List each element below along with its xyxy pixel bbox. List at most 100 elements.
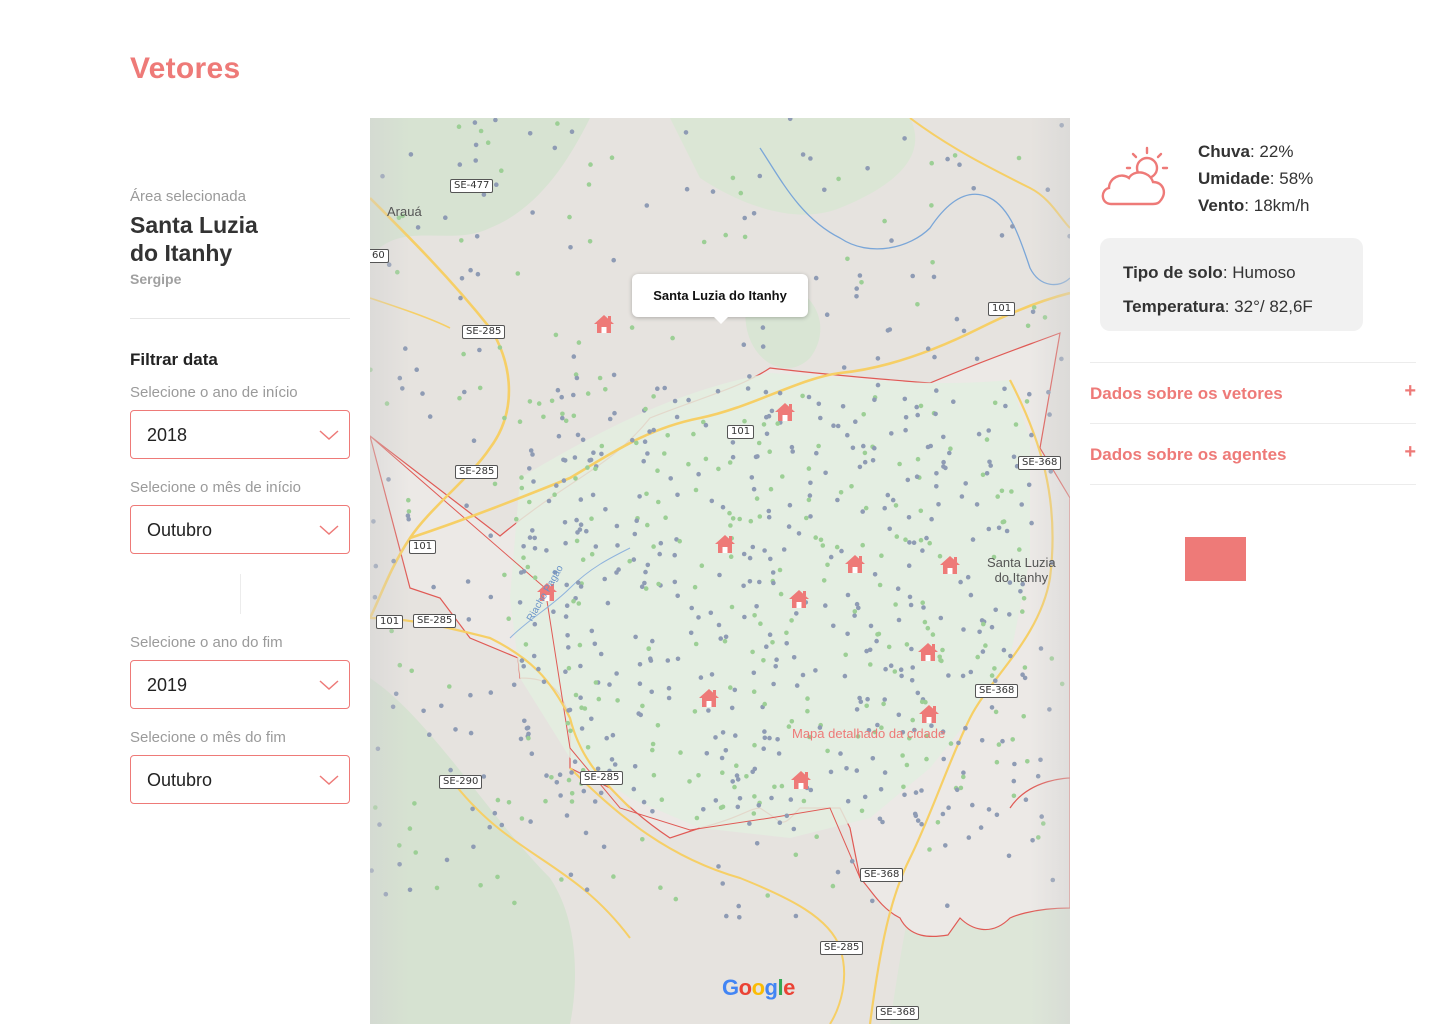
plus-icon[interactable]: + xyxy=(1404,380,1416,403)
vector-point xyxy=(850,445,856,451)
vector-point xyxy=(590,492,596,498)
vector-point xyxy=(893,503,899,508)
vector-point xyxy=(616,567,621,572)
vector-point xyxy=(840,404,846,409)
vector-point xyxy=(578,522,584,527)
vector-point xyxy=(688,630,694,636)
vector-point xyxy=(1011,793,1017,799)
vector-point xyxy=(564,813,570,818)
vector-point xyxy=(414,367,419,372)
vector-point xyxy=(631,557,637,562)
vector-point xyxy=(1010,737,1015,742)
vector-point xyxy=(574,375,580,381)
vector-point xyxy=(544,548,549,553)
vector-point xyxy=(789,719,795,724)
vector-point xyxy=(615,698,620,703)
vector-point xyxy=(1006,853,1012,859)
vector-point xyxy=(941,434,946,440)
vector-point xyxy=(567,214,572,220)
vector-point xyxy=(825,562,830,568)
vector-point xyxy=(789,618,794,623)
vector-point xyxy=(485,140,491,145)
vector-point xyxy=(968,669,974,675)
vector-point xyxy=(784,813,790,819)
vector-point xyxy=(831,623,836,629)
vector-point xyxy=(589,516,594,521)
vector-point xyxy=(730,440,736,445)
vector-point xyxy=(724,913,729,919)
vector-point xyxy=(835,869,841,875)
vector-point xyxy=(747,579,753,584)
vector-point xyxy=(634,440,639,446)
cloud-sun-icon xyxy=(1101,146,1169,206)
vector-point xyxy=(593,544,599,549)
vector-point xyxy=(473,158,478,163)
vector-point xyxy=(558,793,563,798)
vector-point xyxy=(904,762,910,768)
vector-point xyxy=(566,777,572,783)
wind-row: Vento: 18km/h xyxy=(1198,192,1313,219)
plus-icon[interactable]: + xyxy=(1404,441,1416,464)
vector-point xyxy=(730,454,736,460)
vector-point xyxy=(569,791,575,796)
vector-point xyxy=(882,218,887,224)
vector-point xyxy=(752,766,758,772)
vector-point xyxy=(692,709,698,714)
vector-point xyxy=(560,415,565,421)
vector-point xyxy=(929,203,934,208)
city-map[interactable]: Arauá Santa Luzia do Itanhy Riacho Pagão… xyxy=(370,118,1070,1024)
vector-point xyxy=(578,497,584,502)
vector-point xyxy=(971,186,976,191)
vector-point xyxy=(694,815,700,821)
action-button[interactable] xyxy=(1185,537,1246,581)
vector-point xyxy=(474,234,480,239)
vector-point xyxy=(870,898,875,904)
vector-point xyxy=(789,444,795,450)
map-canvas[interactable] xyxy=(370,118,1070,1024)
accordion-agents[interactable]: Dados sobre os agentes + xyxy=(1090,423,1416,483)
vector-point xyxy=(976,431,982,437)
start-month-select[interactable]: Outubro xyxy=(130,505,350,554)
chevron-down-icon xyxy=(319,680,339,691)
vector-point xyxy=(913,790,919,795)
vector-point xyxy=(566,665,572,671)
vector-point xyxy=(750,649,755,655)
vector-point xyxy=(940,647,945,653)
vector-point xyxy=(565,633,570,638)
vector-point xyxy=(1022,665,1028,670)
vector-point xyxy=(877,582,883,588)
vector-point xyxy=(723,634,729,640)
vector-point xyxy=(989,673,995,678)
vector-point xyxy=(560,411,565,417)
vector-point xyxy=(644,203,650,208)
vector-point xyxy=(915,302,920,307)
vector-point xyxy=(948,446,953,452)
vector-point xyxy=(555,387,561,393)
vector-point xyxy=(658,885,663,890)
vector-point xyxy=(761,422,767,427)
wind-value: : 18km/h xyxy=(1244,196,1310,215)
end-month-select[interactable]: Outubro xyxy=(130,755,350,804)
vector-point xyxy=(683,130,689,135)
vector-point xyxy=(806,466,812,471)
vector-point xyxy=(457,162,463,167)
vector-point xyxy=(879,553,884,558)
vector-point xyxy=(577,642,583,648)
vector-point xyxy=(471,844,476,850)
accordion-vectors[interactable]: Dados sobre os vetores + xyxy=(1090,362,1416,422)
vector-point xyxy=(611,257,616,263)
vector-point xyxy=(742,215,747,221)
vector-point xyxy=(650,638,655,644)
vector-point xyxy=(459,238,464,243)
road-tag: SE-290 xyxy=(439,775,483,789)
vector-point xyxy=(781,547,787,552)
road-tag: SE-477 xyxy=(450,179,494,193)
vector-point xyxy=(593,466,598,472)
vector-point xyxy=(655,723,661,728)
vector-point xyxy=(525,564,531,570)
vector-point xyxy=(495,874,500,880)
start-year-select[interactable]: 2018 xyxy=(130,410,350,459)
end-year-select[interactable]: 2019 xyxy=(130,660,350,709)
vector-point xyxy=(951,399,956,405)
vector-point xyxy=(458,295,463,301)
